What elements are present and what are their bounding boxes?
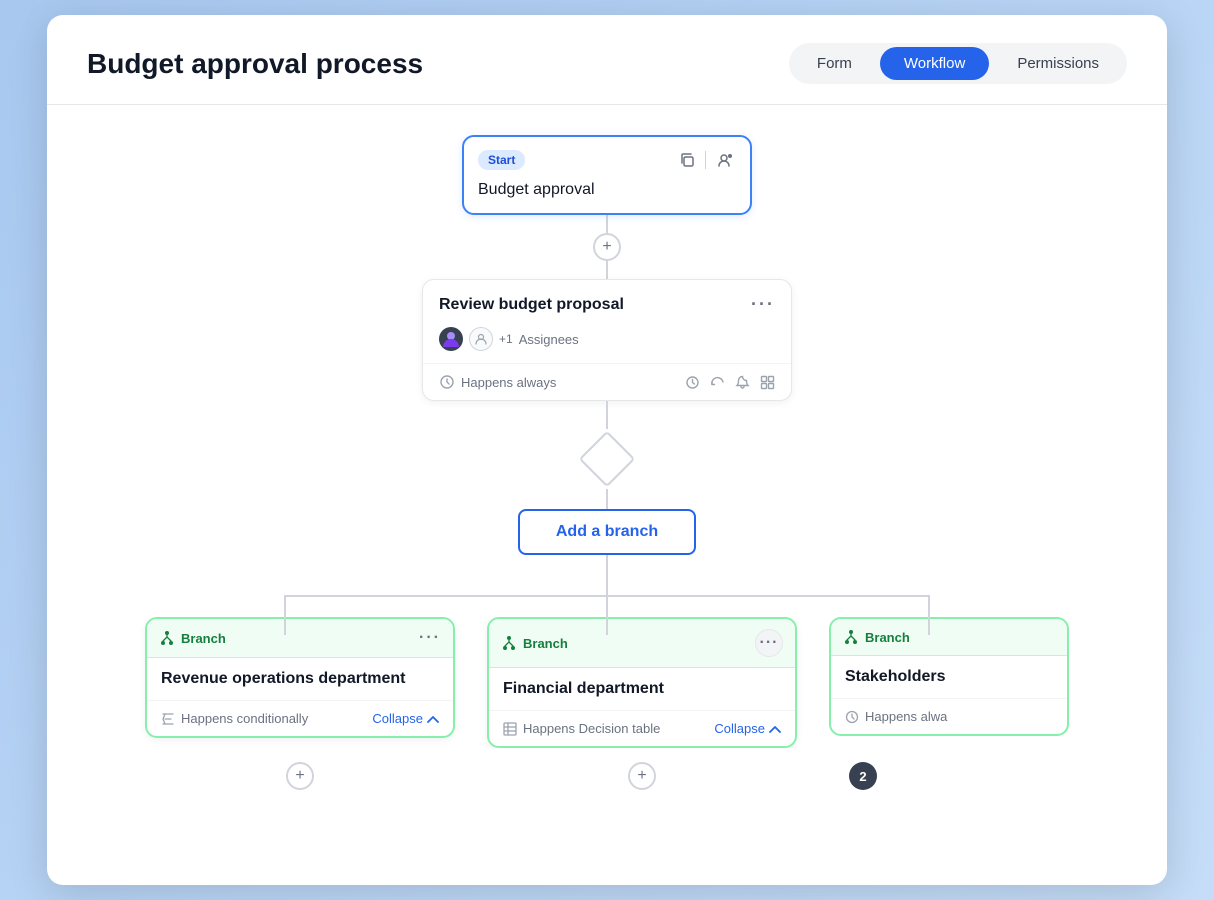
tab-group: Form Workflow Permissions [789, 43, 1127, 84]
assignee-count: +1 [499, 332, 513, 346]
user-settings-icon[interactable] [714, 149, 736, 171]
branch-2-happens-text: Happens Decision table [523, 721, 660, 736]
branch-2-collapse-btn[interactable]: Collapse [714, 721, 781, 736]
decision-diamond [577, 429, 637, 489]
app-window: Budget approval process Form Workflow Pe… [47, 15, 1167, 885]
branch-1-add-area: + [145, 762, 455, 790]
branch-row: Branch ··· Revenue operations department… [117, 617, 1097, 748]
diamond-shape [579, 431, 636, 488]
branch-1-title: Revenue operations department [147, 658, 453, 700]
v-line-4 [606, 489, 608, 509]
task-assignees: +1 Assignees [423, 323, 791, 363]
assignees-label: Assignees [519, 332, 579, 347]
node-actions [677, 149, 736, 171]
tab-workflow[interactable]: Workflow [880, 47, 989, 80]
main-v-line [606, 555, 608, 595]
start-node-title: Budget approval [464, 179, 750, 213]
table-icon [503, 722, 517, 736]
footer-icons [685, 375, 775, 390]
branch-2-title: Financial department [489, 668, 795, 710]
add-step-btn-1[interactable]: + [593, 233, 621, 261]
branch-node-1: Branch ··· Revenue operations department… [145, 617, 455, 738]
happens-label: Happens always [439, 374, 556, 390]
branch-1-happens: Happens conditionally [161, 711, 308, 726]
branch-2-label: Branch [523, 636, 568, 651]
task-title: Review budget proposal [439, 296, 624, 314]
start-node-header: Start [464, 137, 750, 179]
v-line-1 [606, 215, 608, 233]
branch-3-badge: 2 [849, 762, 877, 790]
branch-2-footer: Happens Decision table Collapse [489, 710, 795, 746]
grid-icon [760, 375, 775, 390]
branch-icon-2 [501, 635, 517, 651]
branch-add-row: + + 2 [117, 762, 1097, 810]
branch-2-add-area: + [487, 762, 797, 790]
branch-node-2: Branch ··· Financial department Happens … [487, 617, 797, 748]
connector-1: + [593, 215, 621, 279]
divider [705, 151, 706, 169]
refresh-icon [710, 375, 725, 390]
branch-1-happens-text: Happens conditionally [181, 711, 308, 726]
v-line-3 [606, 401, 608, 429]
v-line-2 [606, 261, 608, 279]
copy-icon[interactable] [677, 150, 697, 170]
task-more-btn[interactable]: ··· [751, 294, 775, 315]
task-node: Review budget proposal ··· [422, 279, 792, 401]
chevron-up-icon-2 [769, 725, 781, 733]
branch-3-happens: Happens alwa [845, 709, 947, 724]
left-v-line [284, 595, 286, 635]
connector-3 [606, 489, 608, 509]
branch-2-add-btn[interactable]: + [628, 762, 656, 790]
connector-2 [606, 401, 608, 429]
branch-connectors [117, 555, 1097, 635]
task-node-header: Review budget proposal ··· [423, 280, 791, 323]
happens-text: Happens always [461, 375, 556, 390]
right-v-line [928, 595, 930, 635]
chevron-up-icon-1 [427, 715, 439, 723]
header: Budget approval process Form Workflow Pe… [47, 15, 1167, 105]
branch-3-happens-text: Happens alwa [865, 709, 947, 724]
start-node: Start [462, 135, 752, 215]
branch-1-footer: Happens conditionally Collapse [147, 700, 453, 736]
branch-3-count: 2 [829, 762, 1069, 790]
happens-icon-3 [845, 710, 859, 724]
start-badge: Start [478, 150, 525, 170]
bell-icon [735, 375, 750, 390]
page-title: Budget approval process [87, 48, 423, 80]
workflow-canvas: Start [47, 105, 1167, 885]
branch-2-happens: Happens Decision table [503, 721, 660, 736]
add-branch-btn[interactable]: Add a branch [518, 509, 696, 555]
clock-icon [685, 375, 700, 390]
branch-3-footer: Happens alwa [831, 698, 1067, 734]
task-footer: Happens always [423, 363, 791, 400]
tab-permissions[interactable]: Permissions [993, 47, 1123, 80]
branch-1-collapse-btn[interactable]: Collapse [372, 711, 439, 726]
avatar-2 [469, 327, 493, 351]
avatar-1 [439, 327, 463, 351]
formula-icon [161, 712, 175, 726]
center-v-line [606, 595, 608, 635]
branch-3-title: Stakeholders [831, 656, 1067, 698]
branch-1-add-btn[interactable]: + [286, 762, 314, 790]
tab-form[interactable]: Form [793, 47, 876, 80]
